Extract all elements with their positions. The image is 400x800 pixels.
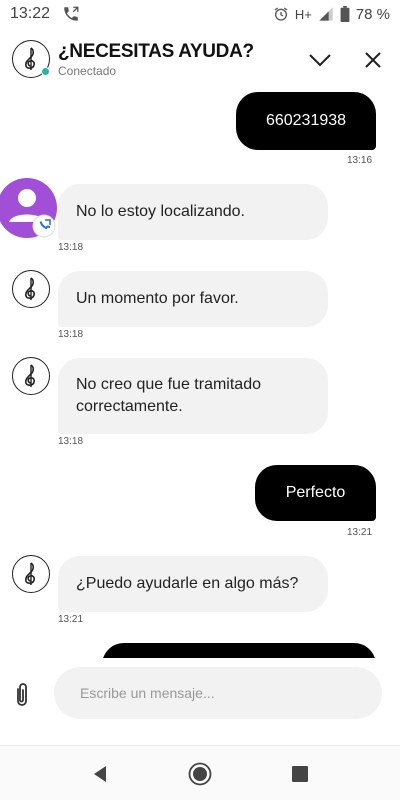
minimize-button[interactable] xyxy=(305,45,335,75)
message-bubble-agent: ¿Puedo ayudarle en algo más? xyxy=(58,556,328,612)
alarm-icon xyxy=(274,7,288,21)
home-icon xyxy=(188,762,212,786)
treble-clef-icon xyxy=(25,364,35,387)
status-bar: 13:22 H+ 78 % xyxy=(0,0,400,28)
connection-status: Conectado xyxy=(58,63,117,78)
close-button[interactable] xyxy=(358,45,388,75)
chat-title: ¿NECESITAS AYUDA? xyxy=(58,40,254,62)
status-time: 13:22 xyxy=(10,5,51,22)
system-nav-bar xyxy=(0,745,400,800)
back-button[interactable] xyxy=(88,762,112,786)
message-time: 13:18 xyxy=(58,329,84,340)
message-list: 660231938 13:16 No lo estoy localizando.… xyxy=(0,88,400,658)
message-bubble-agent: No lo estoy localizando. xyxy=(58,184,328,240)
brand-logo xyxy=(12,40,50,78)
paperclip-icon xyxy=(17,683,27,706)
message-time: 13:21 xyxy=(347,527,373,538)
back-icon xyxy=(94,766,106,782)
user-avatar xyxy=(0,178,58,240)
message-text: No creo que fue tramitado correctamente. xyxy=(76,376,261,415)
message-text: ¿Puedo ayudarle en algo más? xyxy=(76,575,299,592)
network-type: H+ xyxy=(294,6,312,22)
message-text: No lo estoy localizando. xyxy=(76,203,245,220)
message-time: 13:21 xyxy=(58,614,84,625)
message-text: 660231938 xyxy=(265,112,347,129)
message-text: Perfecto xyxy=(285,484,346,501)
voice-call-badge-icon xyxy=(32,214,56,238)
recents-button[interactable] xyxy=(288,762,312,786)
message-input[interactable] xyxy=(54,667,382,719)
message-time: 13:18 xyxy=(58,242,84,253)
home-button[interactable] xyxy=(188,762,212,786)
recents-icon xyxy=(292,766,308,782)
battery-icon xyxy=(340,6,350,22)
message-bubble-user-partial xyxy=(102,643,376,658)
message-text: Un momento por favor. xyxy=(76,290,239,307)
message-time: 13:18 xyxy=(58,436,84,447)
phone-icon xyxy=(64,6,79,21)
chevron-down-icon xyxy=(309,54,331,67)
message-bubble-user: Perfecto xyxy=(255,465,376,521)
treble-clef-icon xyxy=(25,47,35,70)
close-icon xyxy=(365,52,381,68)
message-time: 13:16 xyxy=(347,155,373,166)
attach-button[interactable] xyxy=(10,681,34,709)
treble-clef-icon xyxy=(25,562,35,585)
signal-icon xyxy=(319,7,333,21)
treble-clef-icon xyxy=(25,277,35,300)
message-composer xyxy=(0,660,400,730)
battery-level: 78 % xyxy=(355,5,390,23)
message-bubble-agent: Un momento por favor. xyxy=(58,271,328,327)
message-bubble-user: 660231938 xyxy=(236,92,376,150)
online-indicator xyxy=(41,67,50,76)
agent-avatar xyxy=(12,555,50,593)
agent-avatar xyxy=(12,357,50,395)
message-bubble-agent: No creo que fue tramitado correctamente. xyxy=(58,358,328,434)
chat-header: ¿NECESITAS AYUDA? Conectado xyxy=(0,30,400,88)
agent-avatar xyxy=(12,270,50,308)
